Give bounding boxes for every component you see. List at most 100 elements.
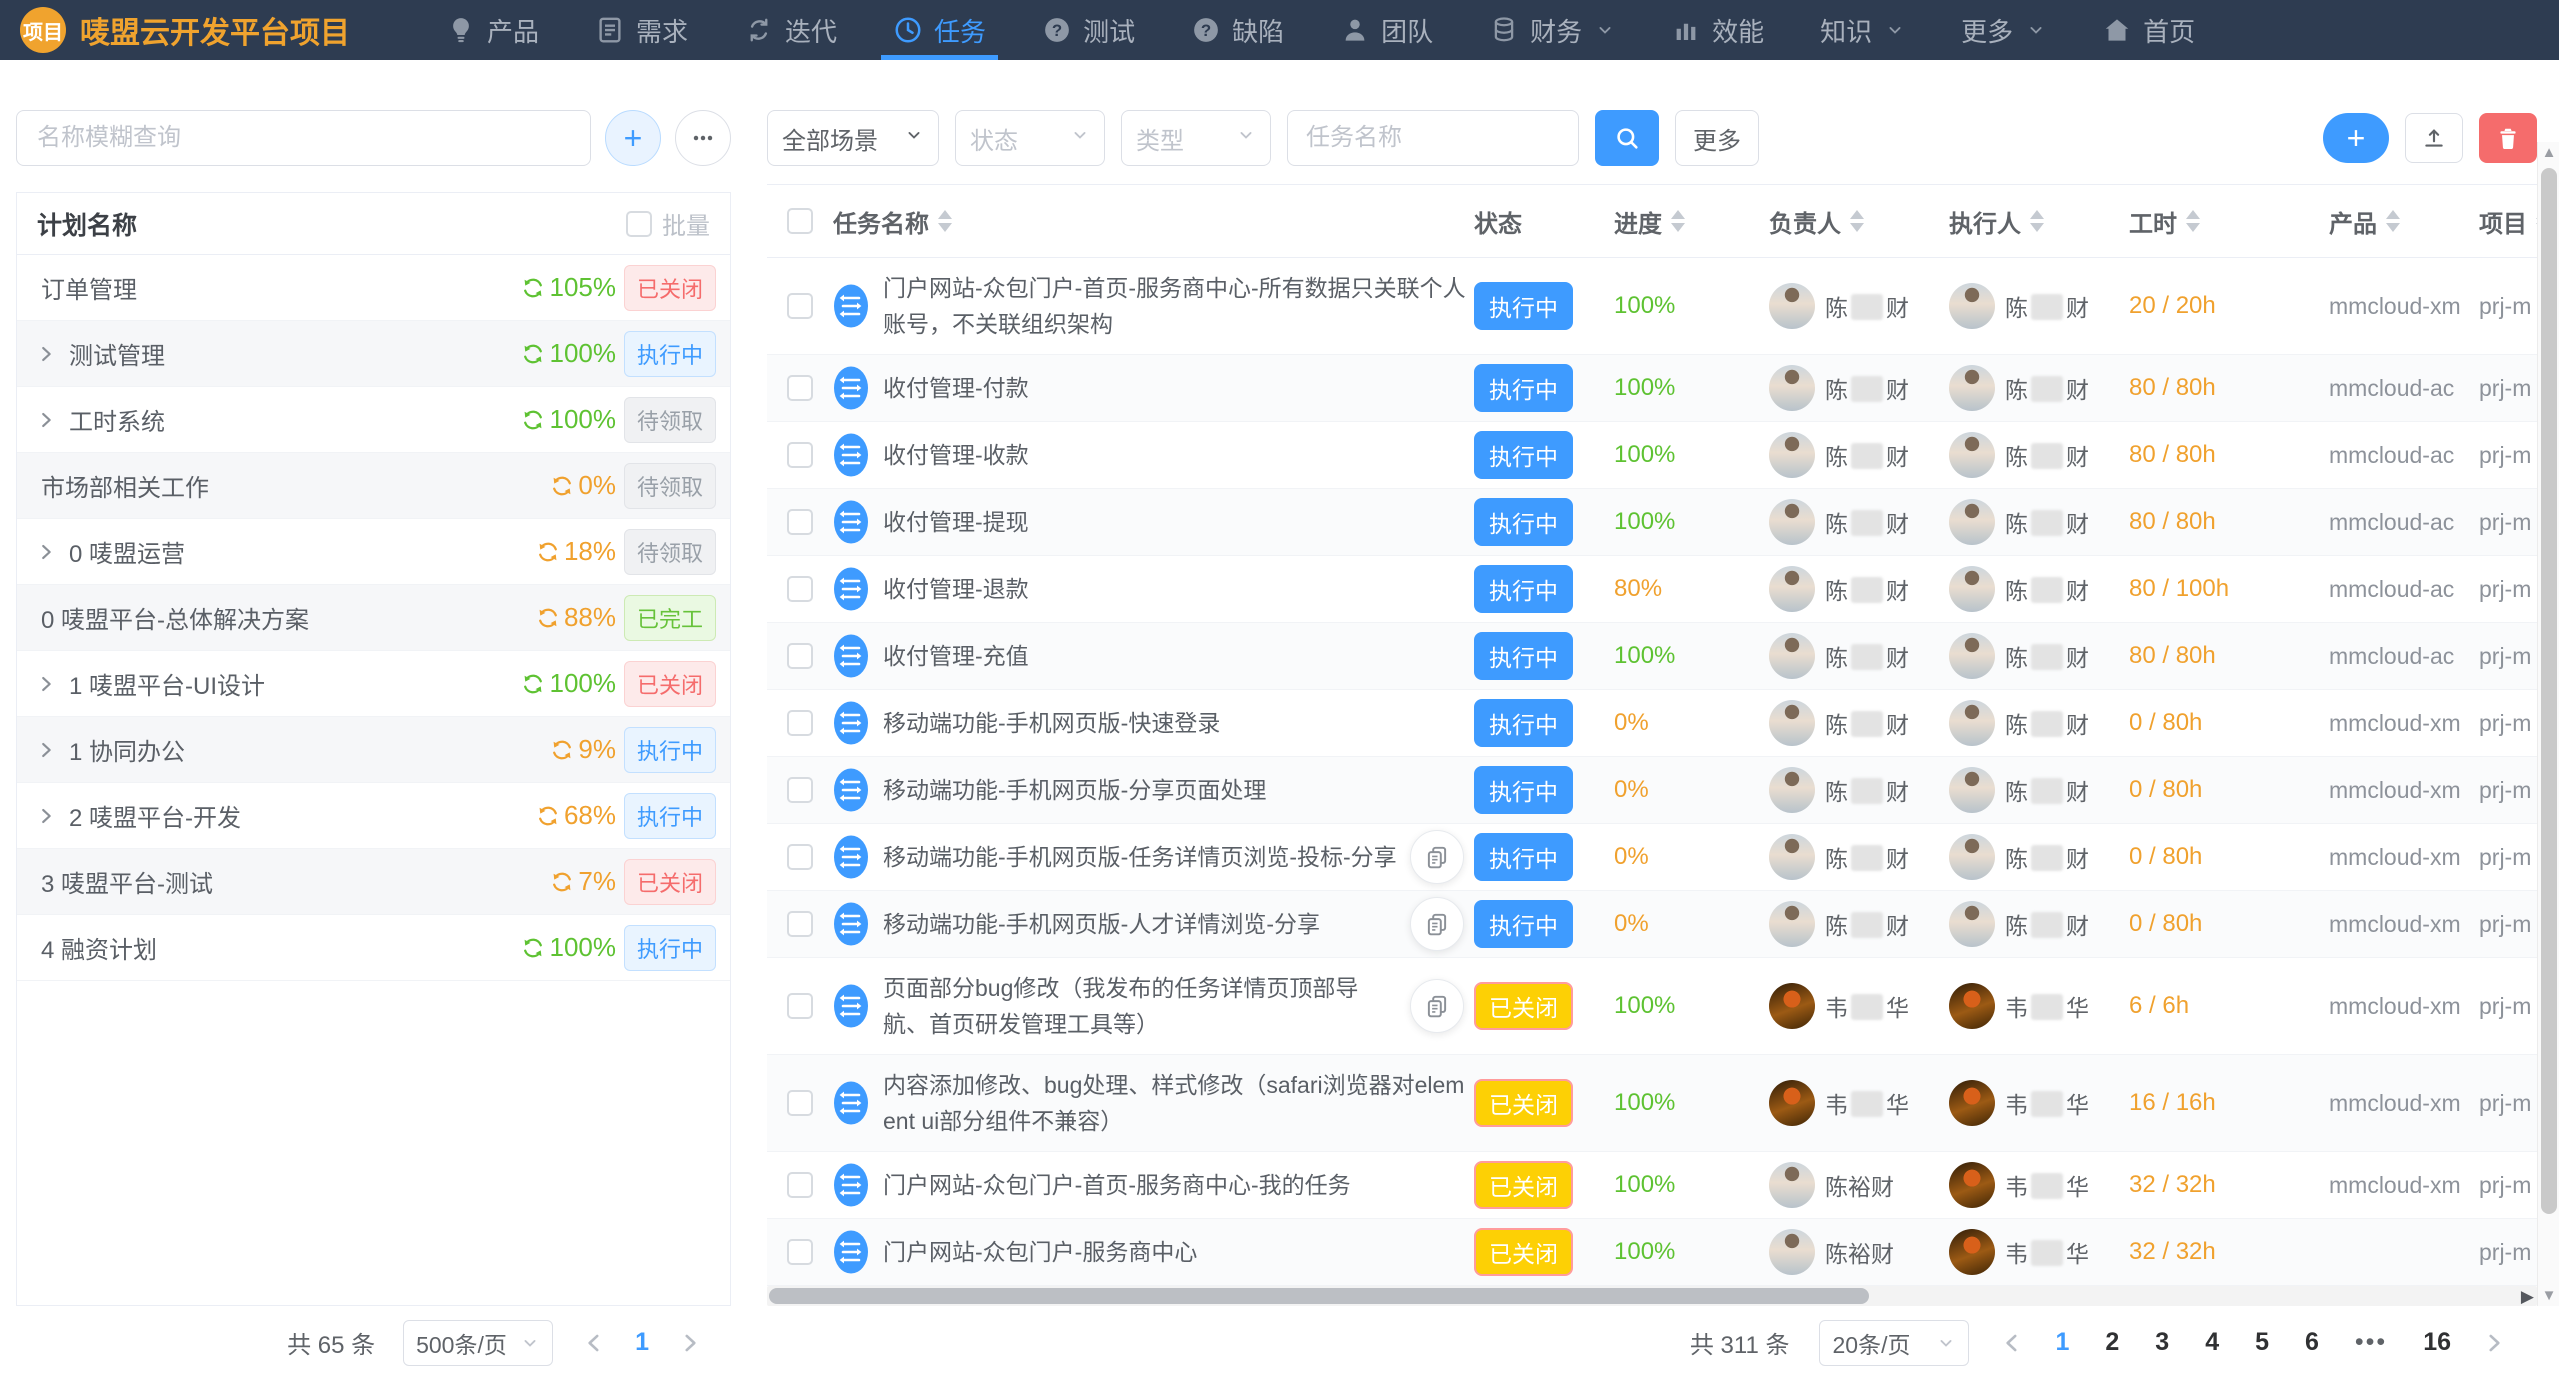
sort-carets-icon[interactable] bbox=[1671, 210, 1685, 232]
task-prev-page-button[interactable] bbox=[1999, 1330, 2025, 1356]
task-name-input[interactable] bbox=[1287, 110, 1579, 166]
sort-carets-icon[interactable] bbox=[2030, 210, 2044, 232]
task-row[interactable]: 移动端功能-手机网页版-任务详情页浏览-投标-分享 执行中 0% 陈财 陈财 0… bbox=[767, 824, 2537, 891]
task-checkbox[interactable] bbox=[787, 1172, 813, 1198]
page-number-4[interactable]: 4 bbox=[2205, 1328, 2219, 1357]
vertical-scrollbar-thumb[interactable] bbox=[2541, 168, 2557, 1214]
task-row[interactable]: 门户网站-众包门户-服务商中心 已关闭 100% 陈裕财 韦华 32 / 32h… bbox=[767, 1219, 2537, 1286]
batch-checkbox[interactable] bbox=[626, 211, 652, 237]
page-number-6[interactable]: 6 bbox=[2305, 1328, 2319, 1357]
task-row[interactable]: 收付管理-收款 执行中 100% 陈财 陈财 80 / 80h mmcloud-… bbox=[767, 422, 2537, 489]
expand-chevron-icon[interactable] bbox=[35, 739, 69, 761]
nav-item-首页[interactable]: 首页 bbox=[2102, 0, 2195, 60]
plan-row[interactable]: 订单管理 105% 已关闭 bbox=[17, 255, 730, 321]
task-checkbox[interactable] bbox=[787, 777, 813, 803]
select-all-checkbox[interactable] bbox=[787, 208, 813, 234]
add-task-button[interactable]: + bbox=[2323, 113, 2389, 163]
expand-chevron-icon[interactable] bbox=[35, 541, 69, 563]
nav-item-效能[interactable]: 效能 bbox=[1671, 0, 1764, 60]
plan-row[interactable]: 工时系统 100% 待领取 bbox=[17, 387, 730, 453]
page-number-5[interactable]: 5 bbox=[2255, 1328, 2269, 1357]
scroll-right-arrow-icon[interactable]: ▶ bbox=[2521, 1287, 2534, 1307]
plan-next-page-button[interactable] bbox=[677, 1330, 703, 1356]
plan-row[interactable]: 3 唛盟平台-测试 7% 已关闭 bbox=[17, 849, 730, 915]
task-checkbox[interactable] bbox=[787, 375, 813, 401]
horizontal-scrollbar-thumb[interactable] bbox=[769, 1288, 1869, 1304]
task-row[interactable]: 门户网站-众包门户-首页-服务商中心-我的任务 已关闭 100% 陈裕财 韦华 … bbox=[767, 1152, 2537, 1219]
plan-row[interactable]: 0 唛盟平台-总体解决方案 88% 已完工 bbox=[17, 585, 730, 651]
copy-task-button[interactable] bbox=[1410, 979, 1464, 1033]
export-button[interactable] bbox=[2405, 113, 2463, 163]
plan-row[interactable]: 测试管理 100% 执行中 bbox=[17, 321, 730, 387]
task-row[interactable]: 门户网站-众包门户-首页-服务商中心-所有数据只关联个人账号，不关联组织架构 执… bbox=[767, 258, 2537, 355]
task-row[interactable]: 页面部分bug修改（我发布的任务详情页顶部导航、首页研发管理工具等） 已关闭 1… bbox=[767, 958, 2537, 1055]
task-checkbox[interactable] bbox=[787, 710, 813, 736]
nav-item-知识[interactable]: 知识 bbox=[1820, 0, 1905, 60]
sort-carets-icon[interactable] bbox=[938, 210, 952, 232]
column-header-name[interactable]: 任务名称 bbox=[833, 204, 1474, 239]
plan-row[interactable]: 1 唛盟平台-UI设计 100% 已关闭 bbox=[17, 651, 730, 717]
page-number-1[interactable]: 1 bbox=[2055, 1328, 2069, 1357]
expand-chevron-icon[interactable] bbox=[35, 343, 69, 365]
nav-item-需求[interactable]: 需求 bbox=[595, 0, 688, 60]
plan-row[interactable]: 1 协同办公 9% 执行中 bbox=[17, 717, 730, 783]
expand-chevron-icon[interactable] bbox=[35, 409, 69, 431]
task-checkbox[interactable] bbox=[787, 293, 813, 319]
sort-carets-icon[interactable] bbox=[2386, 210, 2400, 232]
task-checkbox[interactable] bbox=[787, 643, 813, 669]
plan-more-button[interactable] bbox=[675, 110, 731, 166]
column-header-project[interactable]: 项目 bbox=[2479, 204, 2537, 239]
search-button[interactable] bbox=[1595, 110, 1659, 166]
task-checkbox[interactable] bbox=[787, 844, 813, 870]
task-checkbox[interactable] bbox=[787, 993, 813, 1019]
task-checkbox[interactable] bbox=[787, 1239, 813, 1265]
sort-carets-icon[interactable] bbox=[2186, 210, 2200, 232]
task-checkbox[interactable] bbox=[787, 576, 813, 602]
nav-item-缺陷[interactable]: ? 缺陷 bbox=[1191, 0, 1284, 60]
plan-page-number[interactable]: 1 bbox=[635, 1328, 649, 1357]
horizontal-scrollbar[interactable]: ▶ bbox=[767, 1286, 2537, 1306]
plan-row[interactable]: 0 唛盟运营 18% 待领取 bbox=[17, 519, 730, 585]
column-header-hours[interactable]: 工时 bbox=[2129, 204, 2329, 239]
nav-item-更多[interactable]: 更多 bbox=[1961, 0, 2046, 60]
nav-item-任务[interactable]: 任务 bbox=[893, 0, 986, 60]
nav-item-迭代[interactable]: 迭代 bbox=[744, 0, 837, 60]
task-row[interactable]: 移动端功能-手机网页版-分享页面处理 执行中 0% 陈财 陈财 0 / 80h … bbox=[767, 757, 2537, 824]
copy-task-button[interactable] bbox=[1410, 830, 1464, 884]
copy-task-button[interactable] bbox=[1410, 897, 1464, 951]
task-checkbox[interactable] bbox=[787, 509, 813, 535]
vertical-scrollbar[interactable]: ▲ ▼ bbox=[2537, 142, 2559, 1306]
sort-carets-icon[interactable] bbox=[1850, 210, 1864, 232]
page-number-3[interactable]: 3 bbox=[2155, 1328, 2169, 1357]
plan-prev-page-button[interactable] bbox=[581, 1330, 607, 1356]
page-number-2[interactable]: 2 bbox=[2105, 1328, 2119, 1357]
scroll-up-arrow-icon[interactable]: ▲ bbox=[2538, 144, 2559, 161]
plan-search-input[interactable] bbox=[16, 110, 591, 166]
task-row[interactable]: 内容添加修改、bug处理、样式修改（safari浏览器对element ui部分… bbox=[767, 1055, 2537, 1152]
plan-row[interactable]: 2 唛盟平台-开发 68% 执行中 bbox=[17, 783, 730, 849]
task-next-page-button[interactable] bbox=[2481, 1330, 2507, 1356]
column-header-progress[interactable]: 进度 bbox=[1614, 204, 1769, 239]
more-filters-button[interactable]: 更多 bbox=[1675, 110, 1759, 166]
expand-chevron-icon[interactable] bbox=[35, 805, 69, 827]
status-select[interactable]: 状态 bbox=[955, 110, 1105, 166]
type-select[interactable]: 类型 bbox=[1121, 110, 1271, 166]
more-pages-button[interactable]: ••• bbox=[2355, 1328, 2387, 1357]
task-checkbox[interactable] bbox=[787, 1090, 813, 1116]
column-header-product[interactable]: 产品 bbox=[2329, 204, 2479, 239]
delete-button[interactable] bbox=[2479, 113, 2537, 163]
nav-item-团队[interactable]: 团队 bbox=[1340, 0, 1433, 60]
task-page-size-select[interactable]: 20条/页 bbox=[1819, 1320, 1969, 1366]
plan-row[interactable]: 市场部相关工作 0% 待领取 bbox=[17, 453, 730, 519]
plan-page-size-select[interactable]: 500条/页 bbox=[403, 1320, 553, 1366]
task-row[interactable]: 移动端功能-手机网页版-快速登录 执行中 0% 陈财 陈财 0 / 80h mm… bbox=[767, 690, 2537, 757]
column-header-owner[interactable]: 负责人 bbox=[1769, 204, 1949, 239]
task-row[interactable]: 移动端功能-手机网页版-人才详情浏览-分享 执行中 0% 陈财 陈财 0 / 8… bbox=[767, 891, 2537, 958]
column-header-exec[interactable]: 执行人 bbox=[1949, 204, 2129, 239]
task-row[interactable]: 收付管理-提现 执行中 100% 陈财 陈财 80 / 80h mmcloud-… bbox=[767, 489, 2537, 556]
task-row[interactable]: 收付管理-付款 执行中 100% 陈财 陈财 80 / 80h mmcloud-… bbox=[767, 355, 2537, 422]
plan-row[interactable]: 4 融资计划 100% 执行中 bbox=[17, 915, 730, 981]
page-number-16[interactable]: 16 bbox=[2423, 1328, 2451, 1357]
task-row[interactable]: 收付管理-充值 执行中 100% 陈财 陈财 80 / 80h mmcloud-… bbox=[767, 623, 2537, 690]
task-row[interactable]: 收付管理-退款 执行中 80% 陈财 陈财 80 / 100h mmcloud-… bbox=[767, 556, 2537, 623]
